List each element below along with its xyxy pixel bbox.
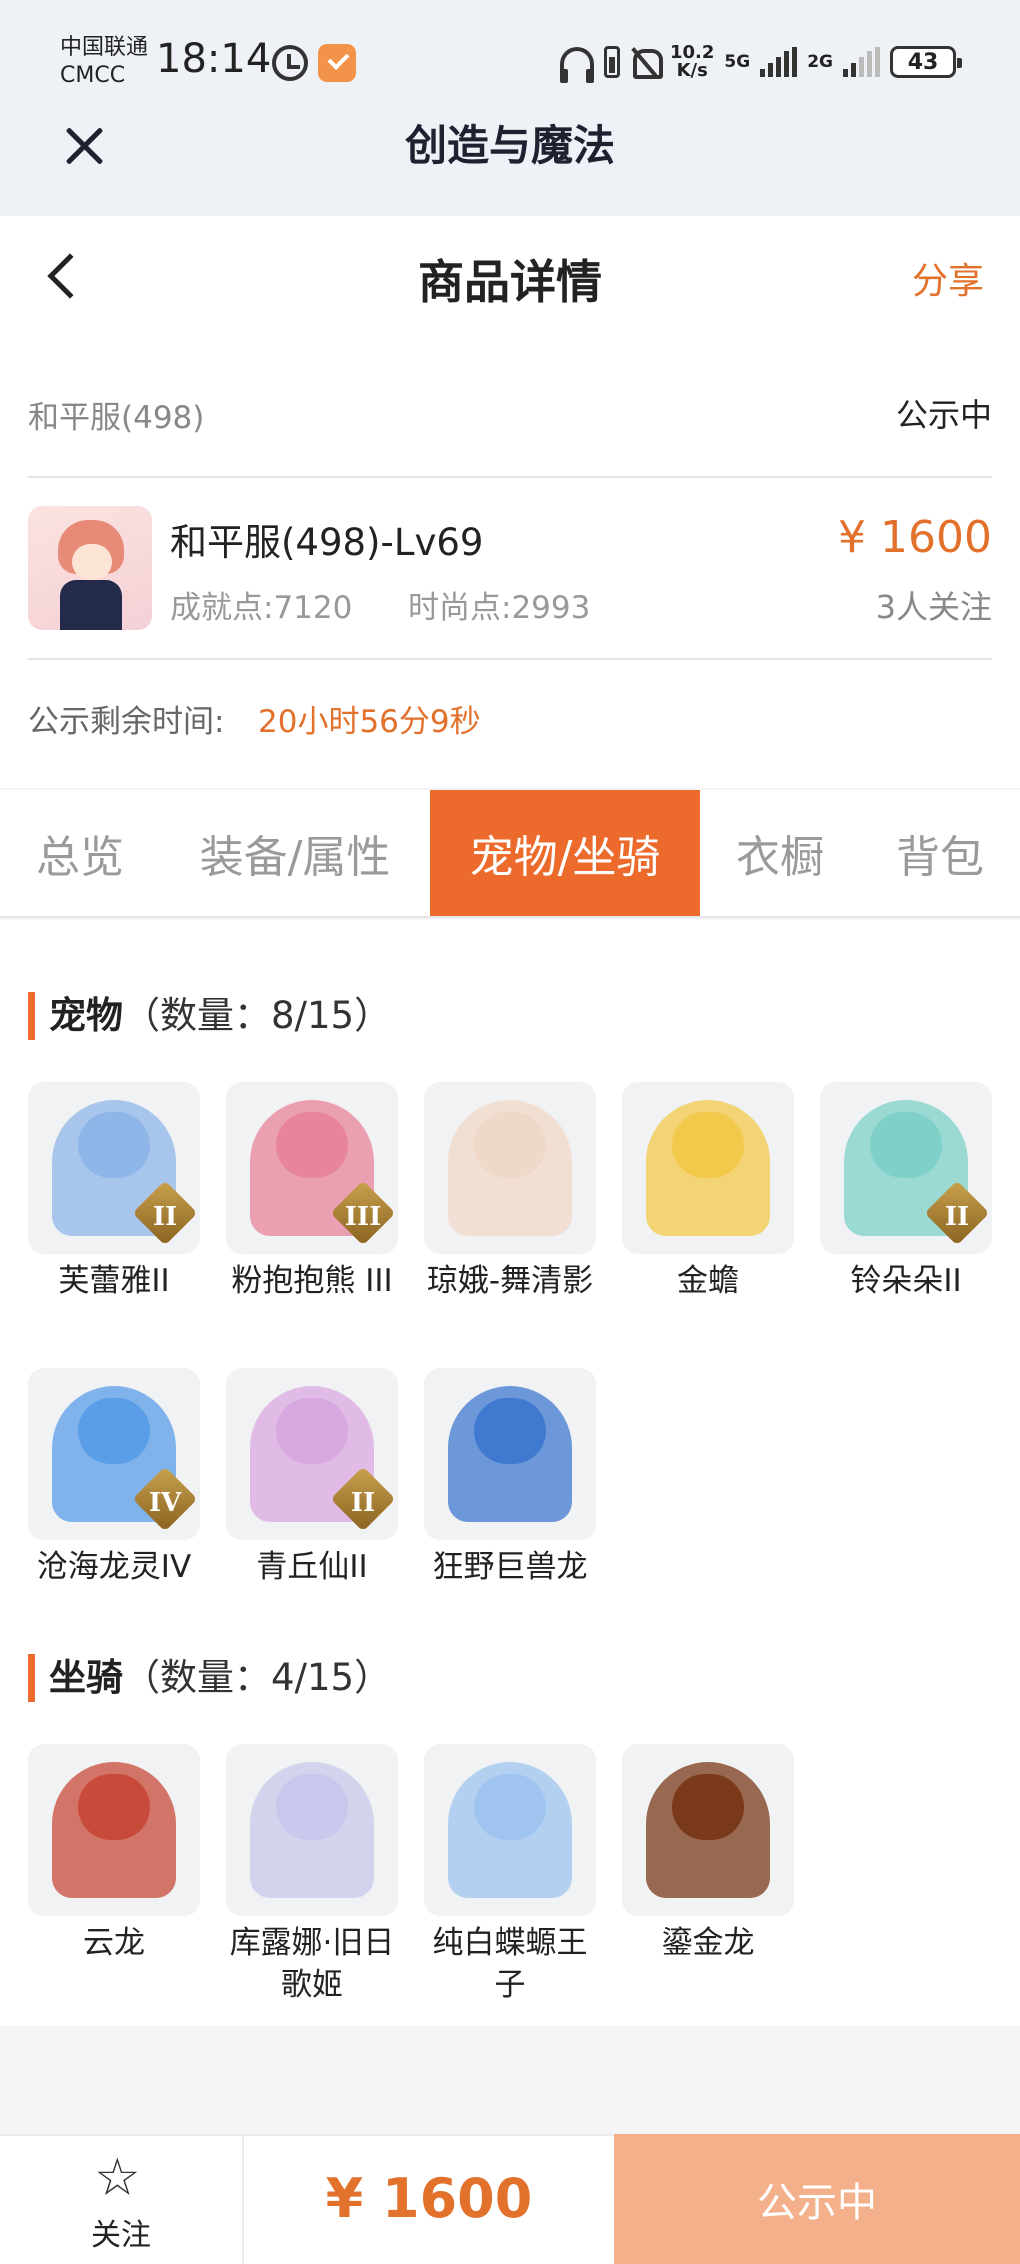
mounts-thumbnail: [28, 1744, 200, 1916]
mounts-item-name: 云龙: [83, 1925, 145, 1961]
mounts-thumbnail: [424, 1744, 596, 1916]
mounts-thumbnail: [622, 1744, 794, 1916]
pets-thumbnail: [424, 1368, 596, 1540]
mounts-item[interactable]: 纯白蝶螈王子: [424, 1744, 596, 2006]
divider: [28, 476, 992, 478]
pets-item[interactable]: IV 沧海龙灵IV: [28, 1368, 200, 1588]
pets-item[interactable]: II 青丘仙II: [226, 1368, 398, 1588]
rank-badge-text: II: [350, 1488, 376, 1518]
follow-button[interactable]: 关注: [0, 2210, 242, 2254]
pets-count: （数量：8/15）: [123, 994, 392, 1037]
mounts-thumbnail: [226, 1744, 398, 1916]
battery-icon: 43: [890, 46, 962, 78]
rank-badge-text: III: [344, 1202, 382, 1232]
pets-thumbnail: [622, 1082, 794, 1254]
pets-item-name: 粉抱抱熊 III: [231, 1263, 393, 1299]
rank-badge-text: II: [944, 1202, 970, 1232]
timer-value: 20小时56分9秒: [258, 704, 481, 740]
bottom-price: ¥ 1600: [325, 2167, 533, 2230]
mounts-item-name: 库露娜·旧日歌姬: [229, 1925, 395, 2003]
character-name: 和平服(498)-Lv69: [170, 521, 484, 564]
fashion-points: 时尚点:2993: [408, 590, 591, 626]
listing-price: ¥ 1600: [838, 512, 992, 563]
pets-item-name: 芙蕾雅II: [58, 1263, 170, 1299]
tab-wardrobe[interactable]: 衣橱: [700, 790, 860, 916]
share-button[interactable]: 分享: [912, 258, 984, 306]
follower-count: 3人关注: [875, 588, 992, 626]
pets-item[interactable]: II 铃朵朵II: [820, 1082, 992, 1302]
achievement-points: 成就点:7120: [170, 590, 353, 626]
listing-status: 公示中: [895, 396, 992, 434]
timer-label: 公示剩余时间:: [28, 704, 225, 740]
pets-item-name: 青丘仙II: [256, 1549, 368, 1585]
tab-pets-mounts[interactable]: 宠物/坐骑: [430, 790, 700, 916]
pets-item-name: 铃朵朵II: [850, 1263, 962, 1299]
divider: [28, 658, 992, 660]
pets-section-title: 宠物（数量：8/15）: [28, 992, 391, 1040]
headphone-icon: [559, 47, 594, 83]
app-notification-icon: [318, 44, 356, 82]
mounts-title: 坐骑: [49, 1656, 123, 1699]
signal-icon: [760, 47, 798, 77]
pets-thumbnail: II: [820, 1082, 992, 1254]
tab-backpack[interactable]: 背包: [860, 790, 1020, 916]
rank-badge-text: II: [152, 1202, 178, 1232]
pets-item[interactable]: 狂野巨兽龙: [424, 1368, 596, 1588]
rank-badge-text: IV: [148, 1488, 182, 1518]
status-icons: 10.2 K/s 5G 2G 43: [559, 40, 962, 84]
mounts-item[interactable]: 鎏金龙: [622, 1744, 794, 1964]
pets-title: 宠物: [49, 994, 123, 1037]
pets-item[interactable]: II 芙蕾雅II: [28, 1082, 200, 1302]
device-battery-icon: [603, 46, 620, 78]
mounts-item[interactable]: 云龙: [28, 1744, 200, 1964]
speed-unit: K/s: [676, 60, 708, 81]
pets-item[interactable]: 金蟾: [622, 1082, 794, 1302]
app-title: 创造与魔法: [404, 121, 615, 170]
pets-thumbnail: [424, 1082, 596, 1254]
character-avatar: [28, 506, 152, 630]
network-type-5g: 5G: [724, 52, 751, 72]
alarm-icon: [272, 45, 308, 81]
pets-item[interactable]: III 粉抱抱熊 III: [226, 1082, 398, 1302]
carrier-code: CMCC: [60, 63, 126, 88]
pets-item-name: 金蟾: [677, 1263, 739, 1299]
pets-thumbnail: III: [226, 1082, 398, 1254]
pets-item-name: 琼娥-舞清影: [426, 1263, 594, 1299]
signal-weak-icon: [843, 47, 880, 77]
tab-overview[interactable]: 总览: [0, 790, 160, 916]
mounts-item[interactable]: 库露娜·旧日歌姬: [226, 1744, 398, 2006]
mounts-count: （数量：4/15）: [123, 1656, 392, 1699]
mounts-section-title: 坐骑（数量：4/15）: [28, 1654, 391, 1702]
mounts-item-name: 纯白蝶螈王子: [432, 1925, 588, 2003]
pets-item-name: 狂野巨兽龙: [432, 1549, 588, 1585]
clock: 18:14: [156, 36, 272, 82]
status-button[interactable]: 公示中: [614, 2134, 1020, 2264]
tab-bar: 总览 装备/属性 宠物/坐骑 衣橱 背包: [0, 790, 1020, 918]
network-type-2g: 2G: [807, 52, 833, 72]
pets-thumbnail: II: [28, 1082, 200, 1254]
carrier: 中国联通 CMCC: [60, 34, 148, 90]
mounts-item-name: 鎏金龙: [661, 1925, 755, 1961]
star-icon[interactable]: ☆: [94, 2150, 141, 2206]
pets-item-name: 沧海龙灵IV: [36, 1549, 192, 1585]
pets-thumbnail: IV: [28, 1368, 200, 1540]
carrier-name: 中国联通: [60, 35, 149, 60]
page-title: 商品详情: [418, 255, 602, 309]
mute-icon: [630, 46, 663, 79]
network-speed: 10.2 K/s: [670, 44, 714, 80]
server-label: 和平服(498): [28, 400, 205, 436]
pets-thumbnail: II: [226, 1368, 398, 1540]
tab-equipment[interactable]: 装备/属性: [160, 790, 430, 916]
pets-item[interactable]: 琼娥-舞清影: [424, 1082, 596, 1302]
